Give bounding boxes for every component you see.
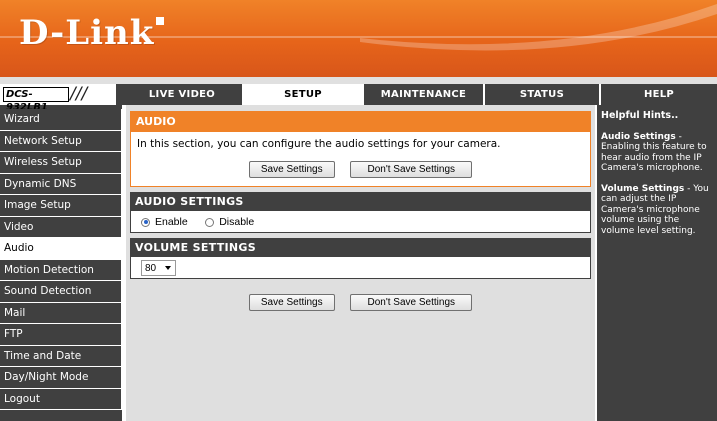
model-badge: DCS-932LB1 ///	[0, 84, 122, 113]
tab-setup[interactable]: SETUP	[244, 84, 364, 105]
help-audio-term: Audio Settings	[601, 131, 676, 142]
sidebar-item-time-and-date[interactable]: Time and Date	[0, 345, 122, 367]
sidebar-item-image-setup[interactable]: Image Setup	[0, 195, 122, 217]
helpful-hints-panel: Helpful Hints.. Audio Settings - Enablin…	[597, 105, 717, 421]
help-title: Helpful Hints..	[601, 110, 679, 121]
tab-live-video[interactable]: LIVE VIDEO	[122, 84, 244, 105]
model-name: DCS-932LB1	[3, 87, 69, 113]
sidebar-item-network-setup[interactable]: Network Setup	[0, 130, 122, 152]
banner-divider	[0, 77, 717, 84]
sidebar-item-day-night-mode[interactable]: Day/Night Mode	[0, 367, 122, 389]
audio-description: In this section, you can configure the a…	[137, 138, 501, 150]
sidebar-item-motion-detection[interactable]: Motion Detection	[0, 259, 122, 281]
model-slashes: ///	[70, 84, 88, 104]
sidebar-item-ftp[interactable]: FTP	[0, 324, 122, 346]
volume-settings-section: VOLUME SETTINGS 80	[130, 238, 591, 279]
disable-radio[interactable]	[205, 217, 215, 227]
sidebar-item-wizard[interactable]: Wizard	[0, 109, 122, 131]
sidebar-item-mail[interactable]: Mail	[0, 302, 122, 324]
help-volume-term: Volume Settings	[601, 183, 685, 194]
disable-label: Disable	[219, 216, 255, 228]
header-banner: D-Link	[0, 0, 717, 77]
volume-value: 80	[145, 262, 157, 274]
audio-settings-body: Enable Disable	[130, 211, 591, 233]
dlink-logo: D-Link	[19, 13, 165, 53]
sidebar-menu: Wizard Network Setup Wireless Setup Dyna…	[0, 109, 122, 421]
tab-status[interactable]: STATUS	[485, 84, 601, 105]
chevron-down-icon	[165, 266, 171, 270]
tab-maintenance[interactable]: MAINTENANCE	[364, 84, 485, 105]
audio-settings-title: AUDIO SETTINGS	[130, 192, 591, 211]
disable-option[interactable]: Disable	[205, 214, 254, 230]
volume-settings-body: 80	[130, 257, 591, 279]
sidebar-item-wireless-setup[interactable]: Wireless Setup	[0, 152, 122, 174]
enable-option[interactable]: Enable	[141, 214, 188, 230]
help-audio-hint: Audio Settings - Enabling this feature t…	[601, 132, 712, 174]
sidebar-item-dynamic-dns[interactable]: Dynamic DNS	[0, 173, 122, 195]
volume-settings-title: VOLUME SETTINGS	[130, 238, 591, 257]
bottom-save-settings-button[interactable]: Save Settings	[248, 294, 335, 311]
bottom-button-row: Save Settings Don't Save Settings	[130, 284, 591, 311]
sidebar-item-audio[interactable]: Audio	[0, 238, 122, 260]
tab-help[interactable]: HELP	[601, 84, 717, 105]
sidebar-item-video[interactable]: Video	[0, 216, 122, 238]
dont-save-settings-button[interactable]: Don't Save Settings	[350, 161, 473, 178]
save-settings-button[interactable]: Save Settings	[248, 161, 335, 178]
audio-section-title: AUDIO	[131, 112, 590, 132]
enable-radio[interactable]	[141, 217, 150, 227]
top-button-row: Save Settings Don't Save Settings	[131, 150, 590, 186]
volume-select[interactable]: 80	[141, 260, 176, 276]
bottom-dont-save-settings-button[interactable]: Don't Save Settings	[350, 294, 473, 311]
help-volume-hint: Volume Settings - You can adjust the IP …	[601, 184, 712, 237]
enable-label: Enable	[155, 216, 188, 228]
main-content: AUDIO In this section, you can configure…	[122, 105, 597, 421]
audio-settings-section: AUDIO SETTINGS Enable Disable	[130, 192, 591, 233]
sidebar-item-logout[interactable]: Logout	[0, 388, 122, 410]
top-navigation: DCS-932LB1 /// LIVE VIDEO SETUP MAINTENA…	[0, 84, 717, 113]
audio-section: AUDIO In this section, you can configure…	[130, 111, 591, 187]
sidebar-item-sound-detection[interactable]: Sound Detection	[0, 281, 122, 303]
